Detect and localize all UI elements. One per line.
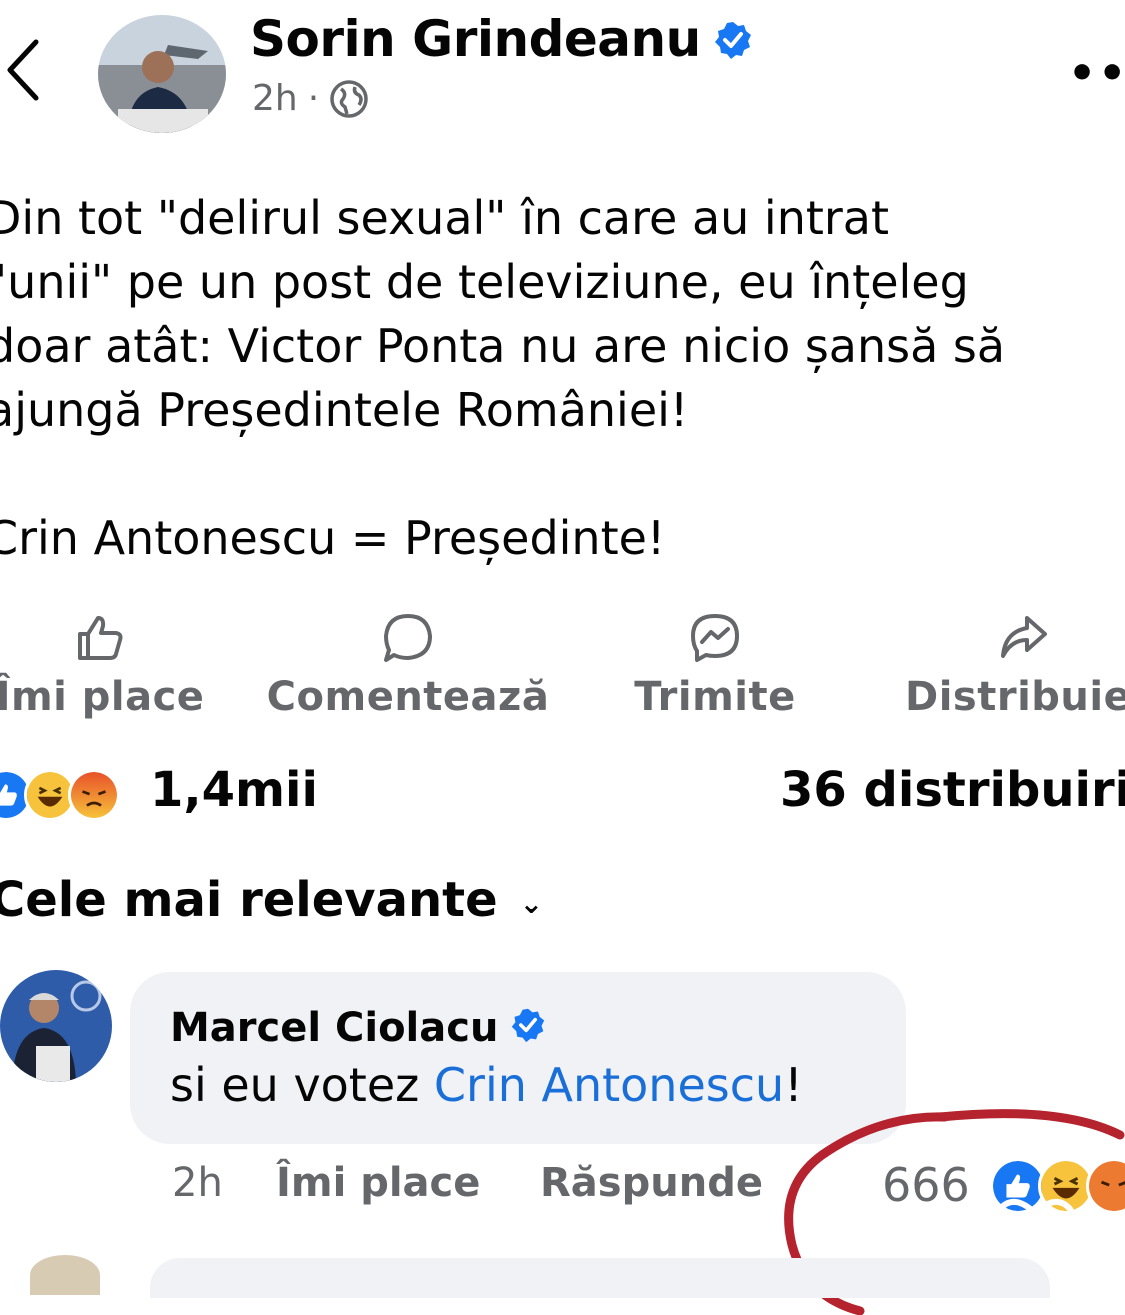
like-button[interactable]: Îmi place bbox=[0, 612, 220, 722]
comment-label: Comentează bbox=[266, 674, 550, 720]
next-comment-bubble bbox=[150, 1258, 1050, 1298]
verified-badge-icon bbox=[510, 1007, 546, 1053]
comment-icon bbox=[384, 614, 432, 662]
post-line: doar atât: Victor Ponta nu are nicio șan… bbox=[0, 319, 1006, 373]
author-avatar[interactable] bbox=[98, 15, 226, 133]
chevron-down-icon: ⌄ bbox=[519, 886, 544, 920]
back-button[interactable] bbox=[0, 30, 60, 110]
post-line: ajungă Președintele României! bbox=[0, 383, 689, 437]
sort-label: Cele mai relevante bbox=[0, 872, 498, 928]
post-line: Din tot "delirul sexual" în care au intr… bbox=[0, 191, 890, 245]
globe-icon bbox=[330, 79, 368, 118]
post-author-name[interactable]: Sorin Grindeanu bbox=[250, 10, 753, 72]
commenter-avatar[interactable] bbox=[0, 970, 112, 1082]
thumbs-up-icon bbox=[78, 616, 123, 660]
messenger-icon bbox=[691, 614, 739, 662]
next-commenter-avatar[interactable] bbox=[30, 1255, 100, 1295]
send-label: Trimite bbox=[634, 674, 796, 720]
post-time[interactable]: 2h bbox=[252, 78, 298, 119]
angry-reaction-icon bbox=[68, 769, 120, 821]
more-options-button[interactable]: ••• bbox=[1068, 48, 1125, 99]
comment-time[interactable]: 2h bbox=[172, 1160, 223, 1206]
post-body: Din tot "delirul sexual" în care au intr… bbox=[0, 186, 1125, 570]
reaction-count[interactable]: 1,4mii bbox=[150, 762, 318, 818]
comment-button[interactable]: Comentează bbox=[258, 612, 558, 722]
share-button[interactable]: Distribuie bbox=[905, 612, 1125, 722]
post-line: "unii" pe un post de televiziune, eu înț… bbox=[0, 255, 969, 309]
verified-badge-icon bbox=[713, 14, 753, 72]
meta-separator: · bbox=[307, 78, 320, 119]
post-line: Crin Antonescu = Președinte! bbox=[0, 511, 666, 565]
chevron-left-icon bbox=[7, 39, 39, 101]
share-count[interactable]: 36 distribuiri bbox=[780, 762, 1125, 818]
send-button[interactable]: Trimite bbox=[620, 612, 810, 722]
post-meta: 2h · bbox=[252, 78, 369, 119]
comment-like-button[interactable]: Îmi place bbox=[276, 1160, 480, 1206]
share-label: Distribuie bbox=[905, 674, 1125, 720]
comment-sort-dropdown[interactable]: Cele mai relevante ⌄ bbox=[0, 872, 543, 928]
mentioned-name-link[interactable]: Crin Antonescu bbox=[434, 1058, 784, 1112]
comment-text: si eu votez Crin Antonescu! bbox=[170, 1058, 803, 1112]
reaction-icons[interactable] bbox=[0, 768, 120, 822]
commenter-name[interactable]: Marcel Ciolacu bbox=[170, 1005, 546, 1053]
comment-reply-button[interactable]: Răspunde bbox=[540, 1160, 763, 1206]
share-arrow-icon bbox=[1001, 616, 1047, 658]
like-label: Îmi place bbox=[0, 674, 205, 720]
